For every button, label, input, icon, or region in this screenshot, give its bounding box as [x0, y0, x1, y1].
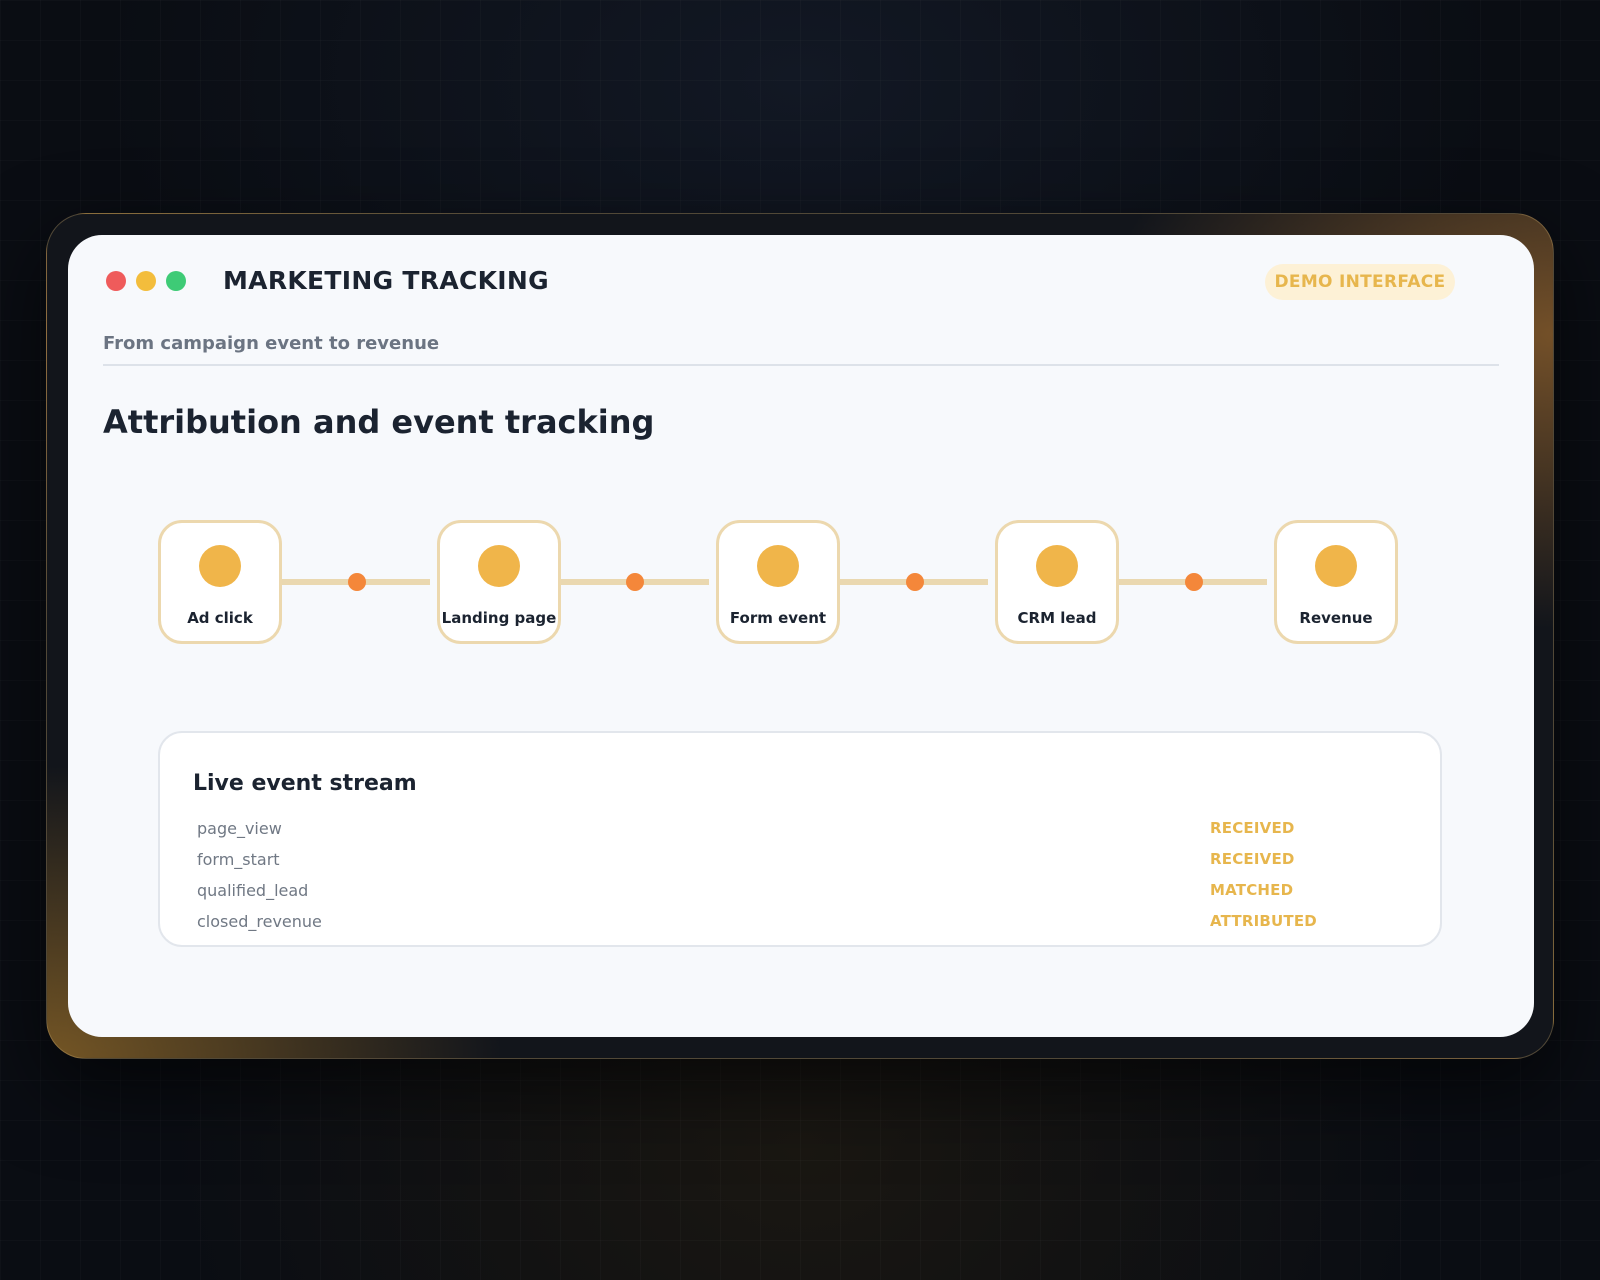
- event-status: RECEIVED: [1210, 850, 1295, 868]
- page-title: Attribution and event tracking: [103, 403, 655, 441]
- stage-revenue[interactable]: Revenue: [1274, 520, 1398, 644]
- event-row: page_view RECEIVED: [197, 819, 1407, 843]
- minimize-window-button[interactable]: [136, 271, 156, 291]
- event-name: closed_revenue: [197, 912, 322, 931]
- event-name: page_view: [197, 819, 282, 838]
- header-divider: [103, 364, 1499, 366]
- stage-label: Revenue: [1299, 609, 1373, 627]
- live-event-stream-card: Live event stream page_view RECEIVED for…: [158, 731, 1442, 947]
- event-row: closed_revenue ATTRIBUTED: [197, 912, 1407, 936]
- event-status: RECEIVED: [1210, 819, 1295, 837]
- connector-dot: [1185, 573, 1203, 591]
- stage-label: Form event: [729, 609, 827, 627]
- stage-crm-lead[interactable]: CRM lead: [995, 520, 1119, 644]
- stage-circle-icon: [478, 545, 520, 587]
- event-status: ATTRIBUTED: [1210, 912, 1317, 930]
- stream-title: Live event stream: [193, 771, 417, 796]
- event-row: form_start RECEIVED: [197, 850, 1407, 874]
- stage-form-event[interactable]: Form event: [716, 520, 840, 644]
- stage-landing-page[interactable]: Landing page: [437, 520, 561, 644]
- app-window: MARKETING TRACKING DEMO INTERFACE From c…: [68, 235, 1534, 1037]
- event-row: qualified_lead MATCHED: [197, 881, 1407, 905]
- stage-circle-icon: [757, 545, 799, 587]
- stage-label: Ad click: [187, 609, 253, 627]
- app-title: MARKETING TRACKING: [223, 266, 549, 295]
- connector-dot: [906, 573, 924, 591]
- stage-ad-click[interactable]: Ad click: [158, 520, 282, 644]
- close-window-button[interactable]: [106, 271, 126, 291]
- stage-label: Landing page: [441, 609, 557, 627]
- attribution-pipeline: Ad click Landing page Form event CRM lea…: [68, 520, 1534, 644]
- connector-dot: [626, 573, 644, 591]
- event-name: form_start: [197, 850, 280, 869]
- window-subtitle: From campaign event to revenue: [103, 333, 440, 354]
- stage-label: CRM lead: [1017, 609, 1097, 627]
- maximize-window-button[interactable]: [166, 271, 186, 291]
- demo-badge: DEMO INTERFACE: [1265, 264, 1455, 300]
- event-status: MATCHED: [1210, 881, 1294, 899]
- stage-circle-icon: [199, 545, 241, 587]
- stage-circle-icon: [1315, 545, 1357, 587]
- stage-circle-icon: [1036, 545, 1078, 587]
- connector-dot: [348, 573, 366, 591]
- event-name: qualified_lead: [197, 881, 309, 900]
